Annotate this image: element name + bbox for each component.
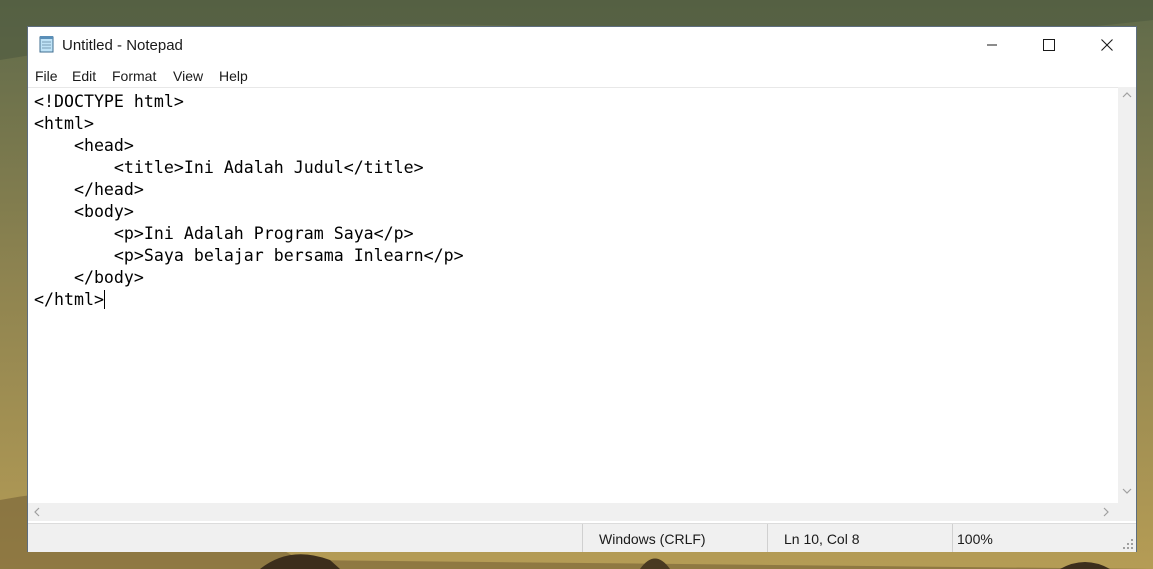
close-icon [1101, 39, 1113, 51]
menu-help[interactable]: Help [219, 68, 248, 84]
code-line: <head> [34, 136, 134, 155]
menu-view[interactable]: View [173, 68, 203, 84]
code-line: <html> [34, 114, 94, 133]
text-editor[interactable]: <!DOCTYPE html> <html> <head> <title>Ini… [28, 87, 1118, 504]
code-line: <p>Ini Adalah Program Saya</p> [34, 224, 414, 243]
menu-edit[interactable]: Edit [72, 68, 96, 84]
status-line-endings: Windows (CRLF) [599, 531, 706, 547]
code-line: </head> [34, 180, 144, 199]
maximize-icon [1043, 39, 1055, 51]
scroll-up-icon[interactable] [1122, 91, 1132, 99]
window-title: Untitled - Notepad [62, 37, 183, 54]
menu-bar: File Edit Format View Help [28, 63, 1136, 87]
resize-grip-icon[interactable] [1122, 538, 1134, 550]
code-line: <title>Ini Adalah Judul</title> [34, 158, 424, 177]
notepad-window: Untitled - Notepad File Edit Format View… [27, 26, 1137, 552]
vertical-scrollbar[interactable] [1118, 87, 1136, 503]
text-caret [103, 290, 105, 309]
code-line-last: </html> [34, 289, 105, 311]
menu-file[interactable]: File [35, 68, 58, 84]
code-line-last-text: </html> [34, 290, 104, 309]
status-zoom: 100% [957, 531, 993, 547]
minimize-icon [987, 44, 997, 46]
maximize-button[interactable] [1020, 27, 1078, 63]
scroll-right-icon[interactable] [1102, 507, 1110, 517]
status-cursor-position: Ln 10, Col 8 [784, 531, 860, 547]
close-button[interactable] [1078, 27, 1136, 63]
horizontal-scrollbar[interactable] [28, 503, 1118, 521]
code-line: <p>Saya belajar bersama Inlearn</p> [34, 246, 464, 265]
menu-format[interactable]: Format [112, 68, 156, 84]
code-line: </body> [34, 268, 144, 287]
code-line: <body> [34, 202, 134, 221]
status-bar: Windows (CRLF) Ln 10, Col 8 100% [28, 523, 1136, 552]
code-line: <!DOCTYPE html> [34, 92, 184, 111]
minimize-button[interactable] [963, 27, 1021, 63]
status-separator [767, 524, 768, 552]
scroll-down-icon[interactable] [1122, 487, 1132, 495]
status-separator [952, 524, 953, 552]
title-bar[interactable]: Untitled - Notepad [28, 27, 1136, 63]
scroll-left-icon[interactable] [33, 507, 41, 517]
notepad-app-icon [39, 36, 54, 53]
status-separator [582, 524, 583, 552]
scroll-corner [1118, 503, 1136, 521]
